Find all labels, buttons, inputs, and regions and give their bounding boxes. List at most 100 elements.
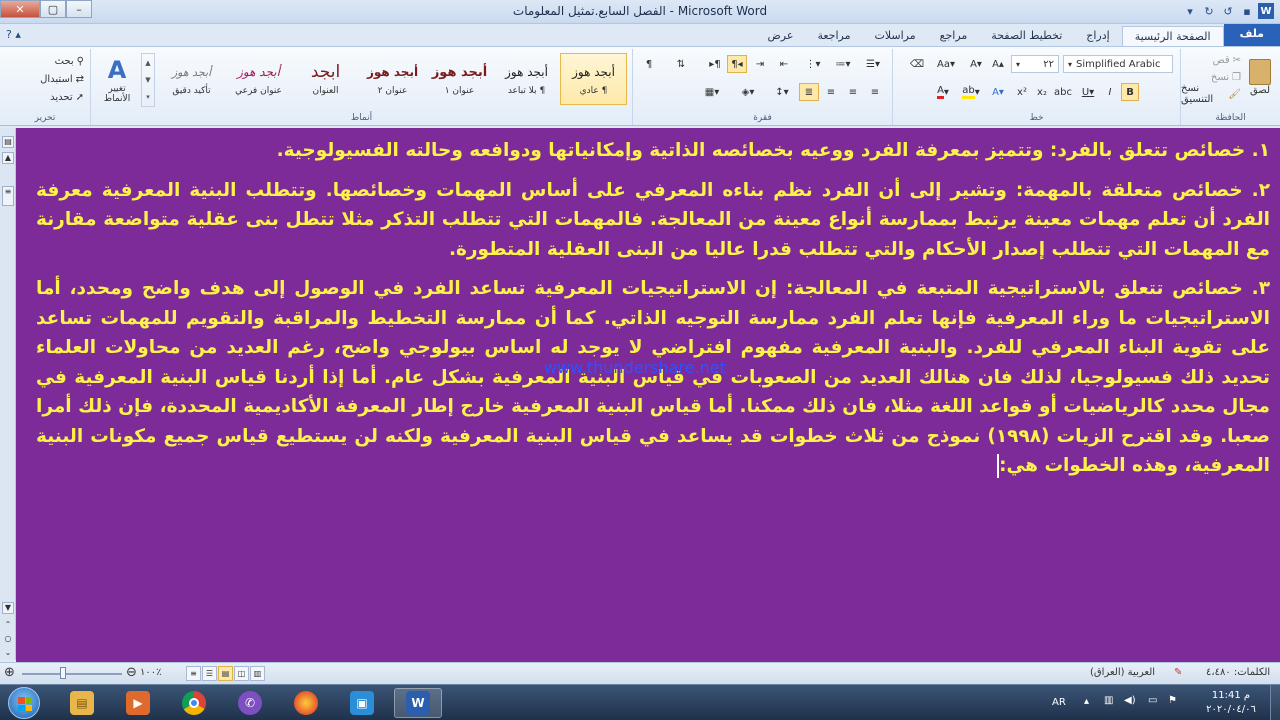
print-layout-view-icon[interactable]: ▤	[218, 666, 233, 681]
grow-font-button[interactable]: A▴	[989, 55, 1007, 73]
tab-review[interactable]: مراجعة	[805, 26, 862, 46]
paragraph-3[interactable]: ٣. خصائص تتعلق بالاستراتيجية المتبعة في …	[36, 274, 1270, 481]
underline-button[interactable]: U▾	[1077, 83, 1099, 101]
help-icon[interactable]: ? ▴	[6, 28, 21, 41]
strikethrough-button[interactable]: abc	[1053, 83, 1073, 101]
align-center-button[interactable]: ≡	[843, 83, 863, 101]
replace-button[interactable]: استبدال ⇄	[20, 71, 84, 87]
rtl-direction-button[interactable]: ¶◂	[727, 55, 747, 73]
document-page[interactable]: ١. خصائص تتعلق بالفرد: وتتميز بمعرفة الف…	[16, 128, 1280, 662]
copy-button[interactable]: نسخ ❐	[1187, 70, 1241, 84]
show-marks-button[interactable]: ¶	[639, 55, 659, 73]
style-normal[interactable]: أبجد هوز ¶ عادي	[560, 53, 627, 105]
text-effects-button[interactable]: A▾	[987, 83, 1009, 101]
web-layout-view-icon[interactable]: ◫	[234, 666, 249, 681]
zoom-out-icon[interactable]: ⊖	[126, 665, 137, 680]
align-right-button[interactable]: ≡	[865, 83, 885, 101]
sort-button[interactable]: ⇅	[671, 55, 691, 73]
subscript-button[interactable]: x₂	[1033, 83, 1051, 101]
zoom-slider[interactable]	[22, 673, 122, 675]
scroll-down-icon[interactable]: ▼	[2, 602, 14, 614]
chevron-down-icon[interactable]: ▼	[145, 76, 150, 84]
ruler-toggle-icon[interactable]: ▤	[2, 136, 14, 148]
outline-view-icon[interactable]: ☰	[202, 666, 217, 681]
proofing-icon[interactable]: ✎	[1174, 667, 1182, 678]
tab-view[interactable]: عرض	[756, 26, 806, 46]
battery-icon[interactable]: ▭	[1148, 695, 1157, 706]
taskbar-app[interactable]: ▤	[58, 688, 106, 718]
multilevel-list-button[interactable]: ⋮▾	[799, 55, 827, 73]
taskbar-app[interactable]: ▶	[114, 688, 162, 718]
chevron-up-icon[interactable]: ▲	[145, 59, 150, 67]
taskbar-app[interactable]: ▣	[338, 688, 386, 718]
find-button[interactable]: بحث ⚲	[20, 53, 84, 69]
borders-button[interactable]: ▦▾	[697, 83, 727, 101]
italic-button[interactable]: I	[1101, 83, 1119, 101]
reading-view-icon[interactable]: ▥	[250, 666, 265, 681]
style-heading-2[interactable]: أبجد هوز عنوان ٢	[359, 53, 426, 105]
scroll-thumb[interactable]: ≡	[2, 186, 14, 206]
decrease-indent-button[interactable]: ⇤	[773, 55, 795, 73]
paragraph-2[interactable]: ٢. خصائص متعلقة بالمهمة: وتشير إلى أن ال…	[36, 176, 1270, 265]
clock[interactable]: 11:41 م ٢٠٢٠/٠٤/٠٦	[1196, 689, 1266, 717]
font-name-select[interactable]: ▾ Simplified Arabic	[1063, 55, 1173, 73]
zoom-in-icon[interactable]: ⊕	[4, 665, 15, 680]
start-button[interactable]	[8, 687, 40, 719]
next-page-icon[interactable]: ⌄	[2, 648, 14, 660]
prev-page-icon[interactable]: ⌃	[2, 620, 14, 632]
taskbar-app-word[interactable]: W	[394, 688, 442, 718]
change-case-button[interactable]: Aa▾	[931, 55, 961, 73]
language-status[interactable]: العربية (العراق)	[1090, 667, 1155, 678]
more-icon[interactable]: ▾	[146, 93, 150, 101]
font-color-button[interactable]: A ▾	[931, 83, 955, 101]
styles-scroll[interactable]: ▲ ▼ ▾	[141, 53, 155, 107]
justify-button[interactable]: ≣	[799, 83, 819, 101]
keyboard-language[interactable]: AR	[1052, 697, 1066, 708]
show-desktop-button[interactable]	[1270, 685, 1280, 720]
customize-toolbar-icon[interactable]: ▾	[1182, 3, 1198, 19]
show-hidden-icons[interactable]: ▴	[1084, 696, 1089, 707]
word-count[interactable]: الكلمات: ٤،٤٨٠	[1206, 667, 1270, 678]
document-body[interactable]: ١. خصائص تتعلق بالفرد: وتتميز بمعرفة الف…	[36, 136, 1270, 491]
numbering-button[interactable]: ≔▾	[829, 55, 857, 73]
paragraph-1[interactable]: ١. خصائص تتعلق بالفرد: وتتميز بمعرفة الف…	[36, 136, 1270, 166]
tab-references[interactable]: مراجع	[928, 26, 980, 46]
undo-icon[interactable]: ↺	[1220, 3, 1236, 19]
shrink-font-button[interactable]: A▾	[967, 55, 985, 73]
paste-button[interactable]: لصق	[1243, 53, 1277, 101]
style-heading-1[interactable]: أبجد هوز عنوان ١	[426, 53, 493, 105]
ltr-direction-button[interactable]: ▸¶	[705, 55, 725, 73]
tab-file[interactable]: ملف	[1223, 24, 1280, 46]
tab-mailings[interactable]: مراسلات	[862, 26, 927, 46]
tab-insert[interactable]: إدراج	[1074, 26, 1121, 46]
style-title[interactable]: ابجد العنوان	[292, 53, 359, 105]
redo-icon[interactable]: ↻	[1201, 3, 1217, 19]
change-styles-button[interactable]: A تغيير الأنماط	[95, 53, 139, 107]
action-center-icon[interactable]: ⚑	[1168, 695, 1177, 706]
bold-button[interactable]: B	[1121, 83, 1139, 101]
shading-button[interactable]: ◈▾	[733, 83, 763, 101]
format-painter-button[interactable]: نسخ التنسيق 🖌	[1181, 83, 1241, 105]
line-spacing-button[interactable]: ↕▾	[769, 83, 795, 101]
volume-icon[interactable]: ◀)	[1124, 695, 1136, 706]
cut-button[interactable]: قص ✂	[1187, 53, 1241, 67]
style-no-spacing[interactable]: أبجد هوز ¶ بلا تباعد	[493, 53, 560, 105]
taskbar-app[interactable]: ✆	[226, 688, 274, 718]
tab-home[interactable]: الصفحة الرئيسية	[1121, 26, 1224, 46]
save-icon[interactable]: ▪	[1239, 3, 1255, 19]
style-subtle-emphasis[interactable]: أبجد هوز تأكيد دقيق	[158, 53, 225, 105]
style-subtitle[interactable]: أبجد هوز عنوان فرعي	[225, 53, 292, 105]
zoom-slider-thumb[interactable]	[60, 667, 66, 679]
align-left-button[interactable]: ≡	[821, 83, 841, 101]
zoom-level[interactable]: ١٠٠٪	[140, 667, 162, 678]
tab-page-layout[interactable]: تخطيط الصفحة	[979, 26, 1074, 46]
taskbar-app[interactable]	[170, 688, 218, 718]
network-icon[interactable]: ▥	[1104, 695, 1113, 706]
taskbar-app[interactable]	[282, 688, 330, 718]
draft-view-icon[interactable]: ≡	[186, 666, 201, 681]
scroll-up-icon[interactable]: ▲	[2, 152, 14, 164]
clear-formatting-button[interactable]: ⌫	[907, 55, 927, 73]
bullets-button[interactable]: ☰▾	[859, 55, 887, 73]
browse-object-icon[interactable]: ○	[2, 634, 14, 646]
highlight-color-button[interactable]: ab ▾	[959, 83, 983, 101]
